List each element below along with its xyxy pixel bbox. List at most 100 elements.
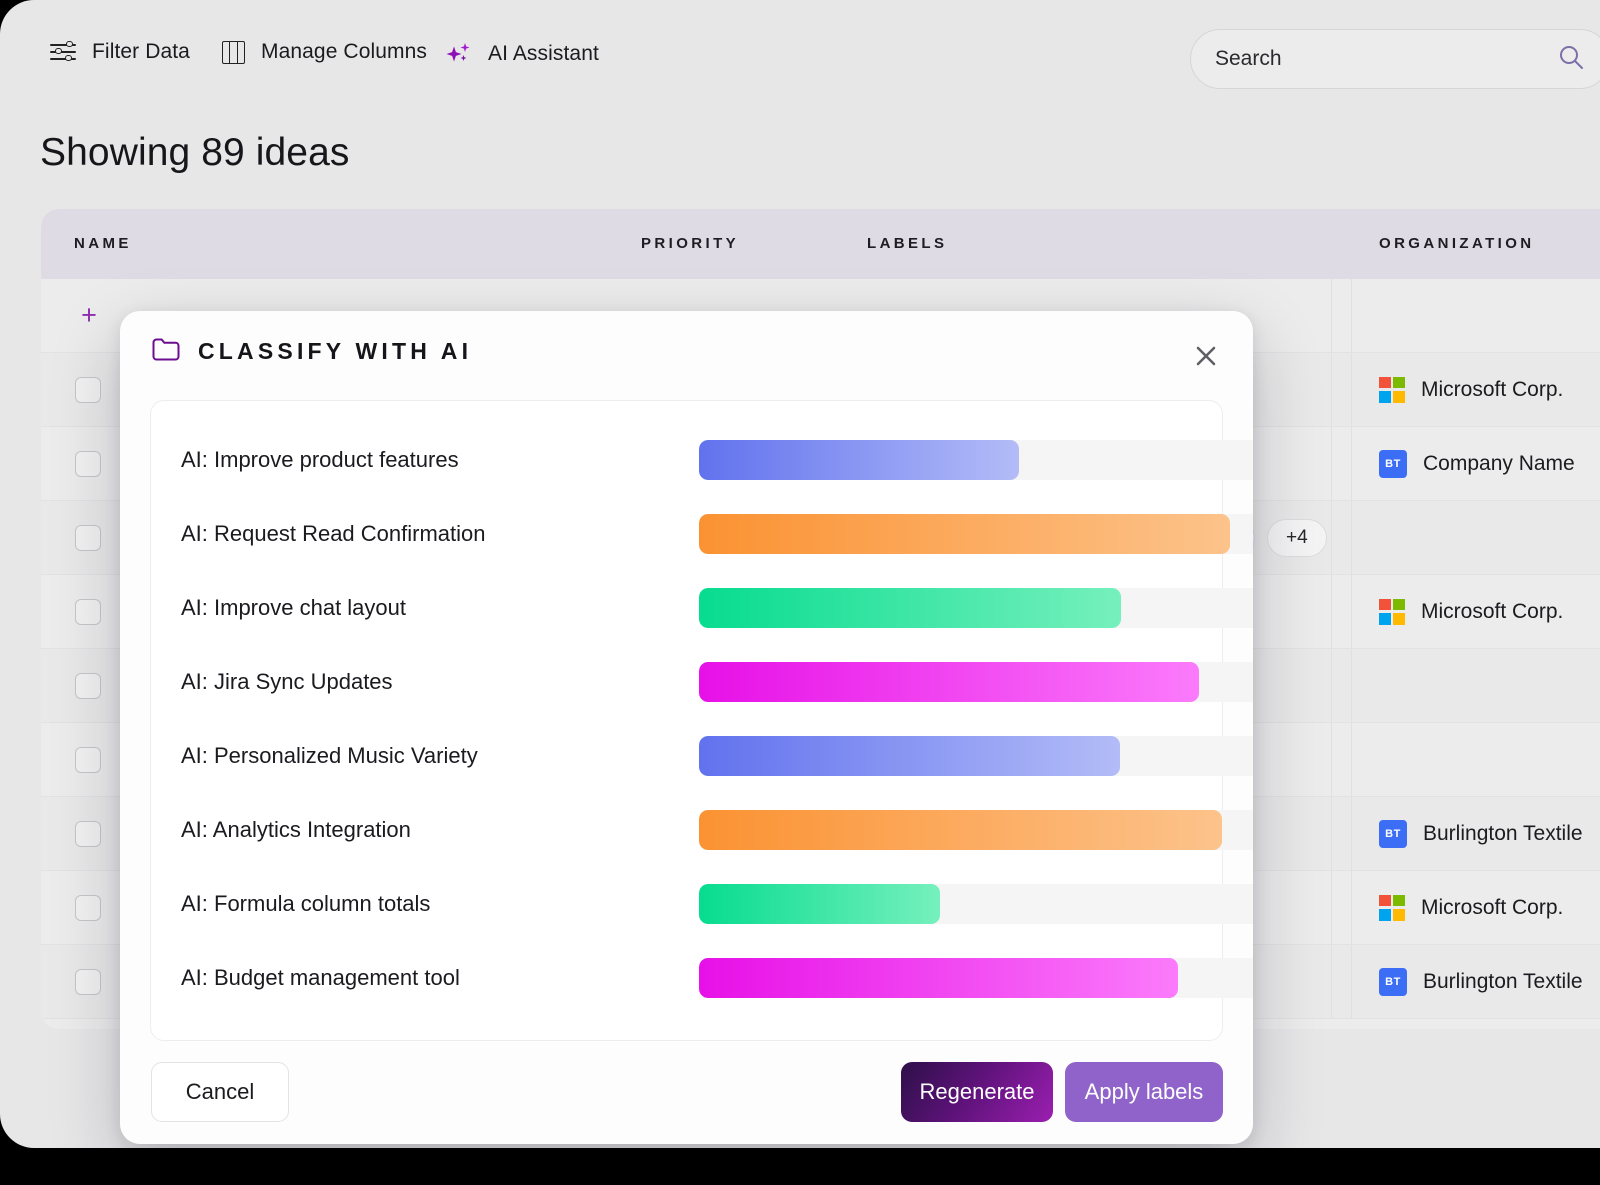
chart-bar-label: AI: Analytics Integration — [181, 817, 411, 842]
columns-icon — [222, 40, 245, 64]
chart-bar-track — [699, 810, 1253, 850]
column-header-labels[interactable]: LABELS — [867, 235, 947, 252]
column-divider — [1351, 945, 1352, 1018]
cancel-button[interactable]: Cancel — [151, 1062, 289, 1122]
chart-bar-label: AI: Improve chat layout — [181, 595, 406, 620]
column-divider — [1331, 427, 1332, 500]
bt-avatar: BT — [1379, 819, 1407, 848]
chart-bar-track — [699, 662, 1253, 702]
label-chip[interactable]: +4 — [1267, 518, 1327, 557]
organization-cell[interactable]: BT Burlington Textile — [1379, 819, 1583, 848]
column-divider — [1351, 575, 1352, 648]
organization-name: Burlington Textile — [1423, 969, 1583, 993]
microsoft-logo-icon — [1379, 376, 1405, 403]
row-checkbox[interactable] — [75, 820, 101, 847]
organization-cell[interactable]: Microsoft Corp. — [1379, 894, 1563, 921]
microsoft-logo-icon — [1379, 598, 1405, 625]
bt-avatar: BT — [1379, 449, 1407, 478]
chart-bar-row: AI: Improve chat layout49 — [151, 571, 1253, 645]
page-title: Showing 89 ideas — [40, 131, 350, 174]
manage-columns-button[interactable]: Manage Columns — [222, 40, 427, 64]
organization-cell[interactable]: Microsoft Corp. — [1379, 598, 1563, 625]
app-surface: Filter Data Manage Columns AI Assistant — [0, 0, 1600, 1148]
chart-bar-track — [699, 884, 1253, 924]
organization-cell[interactable]: BT Company Name — [1379, 449, 1575, 478]
chart-bar-row: AI: Improve product features25 — [151, 423, 1253, 497]
chart-bar-fill — [699, 514, 1231, 554]
chart-bar-row: AI: Analytics Integration58 — [151, 793, 1253, 867]
organization-cell[interactable]: Microsoft Corp. — [1379, 376, 1564, 403]
chart-bar-row: AI: Formula column totals13 — [151, 867, 1253, 941]
organization-name: Company Name — [1423, 451, 1575, 475]
chart-bar-label: AI: Budget management tool — [181, 965, 460, 990]
search-icon[interactable] — [1557, 43, 1585, 76]
folder-icon — [151, 336, 181, 367]
chart-bar-label: AI: Request Read Confirmation — [181, 521, 486, 546]
bt-avatar: BT — [1379, 967, 1407, 996]
chart-bar-fill — [699, 958, 1178, 998]
column-divider — [1351, 427, 1352, 500]
column-divider — [1351, 279, 1352, 352]
table-header-row: NAME PRIORITY LABELS ORGANIZATION — [41, 209, 1600, 279]
chart-bar-track — [699, 514, 1253, 554]
chart-bar-fill — [699, 662, 1200, 702]
organization-name: Microsoft Corp. — [1421, 377, 1564, 401]
column-divider — [1331, 723, 1332, 796]
column-divider — [1331, 797, 1332, 870]
toolbar: Filter Data Manage Columns AI Assistant — [0, 0, 1600, 100]
row-checkbox[interactable] — [75, 968, 101, 995]
chart-bar-fill — [699, 588, 1122, 628]
row-checkbox[interactable] — [75, 376, 101, 403]
regenerate-button[interactable]: Regenerate — [901, 1062, 1053, 1122]
column-header-name[interactable]: NAME — [74, 235, 132, 252]
column-divider — [1351, 501, 1352, 574]
row-checkbox[interactable] — [75, 450, 101, 477]
column-divider — [1351, 353, 1352, 426]
row-checkbox[interactable] — [75, 524, 101, 551]
column-divider — [1331, 279, 1332, 352]
search-input[interactable] — [1215, 47, 1557, 71]
column-divider — [1351, 723, 1352, 796]
chart-bar-fill — [699, 440, 1020, 480]
row-checkbox[interactable] — [75, 672, 101, 699]
modal-header: CLASSIFY WITH AI — [120, 311, 1253, 399]
chart-bar-fill — [699, 884, 940, 924]
column-header-priority[interactable]: PRIORITY — [641, 235, 739, 252]
classification-bar-chart: AI: Improve product features25AI: Reques… — [150, 400, 1253, 1041]
modal-title-wrap: CLASSIFY WITH AI — [151, 336, 472, 367]
column-divider — [1331, 575, 1332, 648]
column-divider — [1331, 501, 1332, 574]
column-header-organization[interactable]: ORGANIZATION — [1379, 235, 1535, 252]
chart-bar-row: AI: Request Read Confirmation56 — [151, 497, 1253, 571]
column-divider — [1351, 871, 1352, 944]
close-icon[interactable] — [1189, 339, 1223, 373]
modal-footer: Cancel Regenerate Apply labels — [120, 1041, 1253, 1144]
apply-labels-button[interactable]: Apply labels — [1065, 1062, 1223, 1122]
row-checkbox[interactable] — [75, 894, 101, 921]
column-divider — [1331, 649, 1332, 722]
row-checkbox[interactable] — [75, 746, 101, 773]
chart-bar-label: AI: Formula column totals — [181, 891, 431, 916]
chart-bar-track — [699, 440, 1253, 480]
chart-bar-row: AI: Personalized Music Variety30 — [151, 719, 1253, 793]
organization-cell[interactable]: BT Burlington Textile — [1379, 967, 1583, 996]
add-row-icon[interactable]: + — [78, 301, 100, 328]
filter-icon — [50, 40, 76, 63]
filter-data-button[interactable]: Filter Data — [50, 40, 190, 64]
chart-bar-label: AI: Personalized Music Variety — [181, 743, 478, 768]
chart-bar-row: AI: Budget management tool40 — [151, 941, 1253, 1015]
chart-bar-label: AI: Improve product features — [181, 447, 459, 472]
chart-bar-row: AI: Jira Sync Updates47 — [151, 645, 1253, 719]
manage-columns-label: Manage Columns — [261, 40, 427, 63]
sparkle-icon — [444, 40, 472, 68]
row-checkbox[interactable] — [75, 598, 101, 625]
search-box[interactable] — [1190, 29, 1600, 89]
ai-assistant-button[interactable]: AI Assistant — [444, 40, 599, 68]
column-divider — [1351, 649, 1352, 722]
chart-bar-fill — [699, 810, 1222, 850]
microsoft-logo-icon — [1379, 894, 1405, 921]
column-divider — [1331, 945, 1332, 1018]
filter-data-label: Filter Data — [92, 40, 190, 63]
modal-title: CLASSIFY WITH AI — [198, 338, 473, 364]
chart-bar-label: AI: Jira Sync Updates — [181, 669, 393, 694]
